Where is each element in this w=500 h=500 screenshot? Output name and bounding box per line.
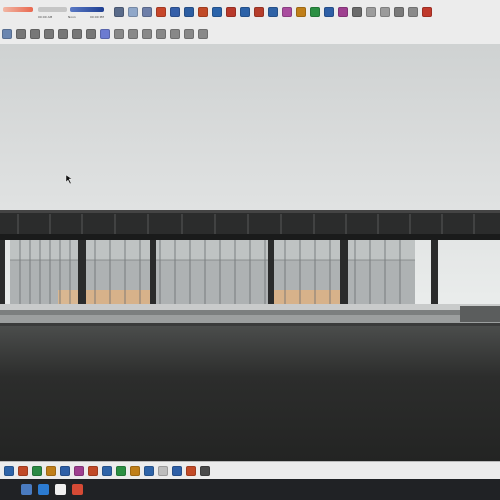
roof-underside — [0, 234, 500, 240]
hidden-line-icon[interactable] — [128, 29, 138, 39]
top-view-icon[interactable] — [30, 29, 40, 39]
os-taskbar — [0, 479, 500, 500]
outliner-icon[interactable] — [200, 466, 210, 476]
scale-icon[interactable] — [268, 7, 278, 17]
podium-top — [0, 304, 500, 310]
interior-panel — [270, 290, 340, 304]
followme-icon[interactable] — [4, 466, 14, 476]
xray-icon[interactable] — [100, 29, 110, 39]
right-view-icon[interactable] — [58, 29, 68, 39]
interior-panel — [86, 290, 153, 304]
circle-icon[interactable] — [184, 7, 194, 17]
position-camera-icon[interactable] — [116, 466, 126, 476]
podium-edge — [0, 310, 500, 315]
roof-fascia — [0, 212, 500, 234]
podium-shadow — [0, 323, 500, 326]
fog-icon[interactable] — [158, 466, 168, 476]
paint-icon[interactable] — [142, 7, 152, 17]
protractor-icon[interactable] — [60, 466, 70, 476]
wireframe-icon[interactable] — [114, 29, 124, 39]
bottom-toolbar — [0, 461, 500, 480]
top-toolbar: 00:00 AM Noon 00:00 PM — [0, 0, 500, 45]
interior-panel — [58, 290, 78, 304]
select-icon[interactable] — [114, 7, 124, 17]
polygon-icon[interactable] — [198, 7, 208, 17]
layout-icon[interactable] — [394, 7, 404, 17]
tape-icon[interactable] — [296, 7, 306, 17]
axes-icon[interactable] — [32, 466, 42, 476]
pan-icon[interactable] — [338, 7, 348, 17]
front-view-icon[interactable] — [44, 29, 54, 39]
rectangle-icon[interactable] — [170, 7, 180, 17]
side-wall — [460, 306, 500, 322]
camera-icon[interactable] — [2, 29, 12, 39]
section-icon[interactable] — [184, 29, 194, 39]
sketchup-taskbar-icon[interactable] — [72, 484, 83, 495]
section-display-icon[interactable] — [198, 29, 208, 39]
file-explorer-taskbar-icon[interactable] — [21, 484, 32, 495]
paint-bucket-icon[interactable] — [310, 7, 320, 17]
3dtext-icon[interactable] — [74, 466, 84, 476]
match-photo-icon[interactable] — [172, 466, 182, 476]
iso-view-icon[interactable] — [16, 29, 26, 39]
text-icon[interactable] — [18, 466, 28, 476]
warehouse-icon[interactable] — [366, 7, 376, 17]
left-view-icon[interactable] — [86, 29, 96, 39]
shaded-icon[interactable] — [142, 29, 152, 39]
sandbox-icon[interactable] — [130, 466, 140, 476]
toolbar-row-views — [0, 24, 500, 44]
rotate-icon[interactable] — [254, 7, 264, 17]
monochrome-icon[interactable] — [170, 29, 180, 39]
style-icon[interactable] — [408, 7, 418, 17]
export-icon[interactable] — [422, 7, 432, 17]
toolbar-row-main — [0, 2, 500, 22]
shadow-icon[interactable] — [144, 466, 154, 476]
extension-icon[interactable] — [380, 7, 390, 17]
eraser-icon[interactable] — [128, 7, 138, 17]
solid-tools-icon[interactable] — [186, 466, 196, 476]
glass-reflection — [10, 240, 415, 260]
model-viewport[interactable] — [0, 44, 500, 461]
arc-icon[interactable] — [212, 7, 222, 17]
document-taskbar-icon[interactable] — [55, 484, 66, 495]
textured-icon[interactable] — [156, 29, 166, 39]
offset-icon[interactable] — [282, 7, 292, 17]
terrace-step — [0, 315, 500, 323]
move-icon[interactable] — [240, 7, 250, 17]
roof-edge — [0, 210, 500, 213]
dimension-icon[interactable] — [46, 466, 56, 476]
look-around-icon[interactable] — [102, 466, 112, 476]
browser-taskbar-icon[interactable] — [38, 484, 49, 495]
zoom-icon[interactable] — [352, 7, 362, 17]
walk-icon[interactable] — [88, 466, 98, 476]
line-icon[interactable] — [156, 7, 166, 17]
orbit-icon[interactable] — [324, 7, 334, 17]
mouse-cursor — [65, 174, 73, 185]
building-model — [0, 174, 500, 326]
back-view-icon[interactable] — [72, 29, 82, 39]
pushpull-icon[interactable] — [226, 7, 236, 17]
